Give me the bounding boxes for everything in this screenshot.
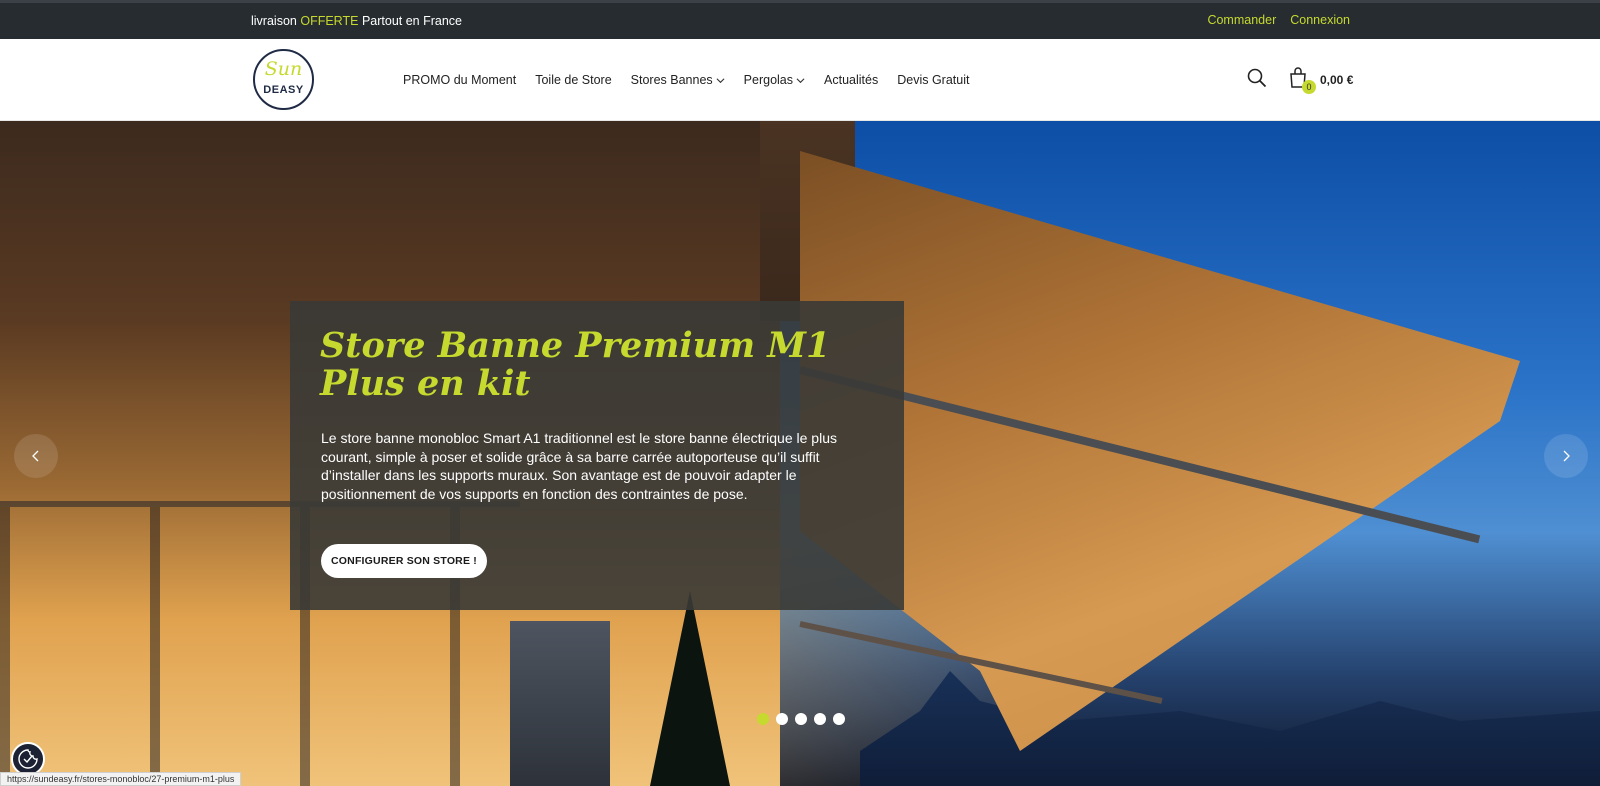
cookie-settings-icon [18,749,38,769]
nav-item-devis-gratuit[interactable]: Devis Gratuit [897,73,969,87]
nav-item-stores-bannes[interactable]: Stores Bannes [631,73,725,87]
logo-text-sun: Sun [264,58,303,80]
chevron-down-icon [716,77,725,83]
slider-dot[interactable] [833,713,845,725]
promo-suffix: Partout en France [361,14,462,28]
nav-item-toile-de-store[interactable]: Toile de Store [535,73,611,87]
cart-count-badge: 0 [1302,80,1316,94]
cookie-settings-button[interactable] [11,742,45,776]
slider-dot[interactable] [795,713,807,725]
hero-description: Le store banne monobloc Smart A1 traditi… [321,430,837,502]
nav-label: Actualités [824,73,879,87]
shipping-promo: livraison OFFERTE Partout en France [251,14,462,28]
status-bar-url: https://sundeasy.fr/stores-monobloc/27-p… [0,772,242,786]
configure-store-button[interactable]: CONFIGURER SON STORE ! [321,544,487,578]
nav-label: PROMO du Moment [403,73,517,87]
nav-label: Stores Bannes [630,73,713,87]
account-links: Commander Connexion [1207,13,1350,27]
nav-item-actualites[interactable]: Actualités [824,73,878,87]
site-header: Sun DEASY PROMO du Moment Toile de Store… [0,39,1600,121]
hero-card: Store Banne Premium M1 Plus en kit Le st… [290,301,904,610]
order-link[interactable]: Commander [1207,13,1276,27]
nav-item-pergolas[interactable]: Pergolas [744,73,805,87]
login-link[interactable]: Connexion [1290,13,1350,27]
site-logo[interactable]: Sun DEASY [253,49,314,110]
promo-highlight: OFFERTE [300,14,359,28]
main-nav: PROMO du Moment Toile de Store Stores Ba… [403,73,969,87]
chevron-left-icon [32,450,39,462]
slider-dot[interactable] [776,713,788,725]
slider-pagination [757,713,845,725]
nav-label: Pergolas [743,73,794,87]
promo-prefix: livraison [251,14,297,28]
nav-item-promo[interactable]: PROMO du Moment [403,73,516,87]
chevron-right-icon [1563,450,1570,462]
slider-dot[interactable] [757,713,769,725]
nav-label: Devis Gratuit [897,73,970,87]
hero-image-house [510,621,610,786]
cart-total[interactable]: 0,00 € [1320,73,1353,87]
hero-title: Store Banne Premium M1 Plus en kit [320,325,831,404]
nav-label: Toile de Store [535,73,612,87]
logo-text-deasy: DEASY [263,84,304,96]
slider-dot[interactable] [814,713,826,725]
slider-next-button[interactable] [1544,434,1588,478]
chevron-down-icon [796,77,805,83]
slider-prev-button[interactable] [14,434,58,478]
top-bar: livraison OFFERTE Partout en France Comm… [0,0,1600,39]
search-icon[interactable] [1247,68,1267,88]
